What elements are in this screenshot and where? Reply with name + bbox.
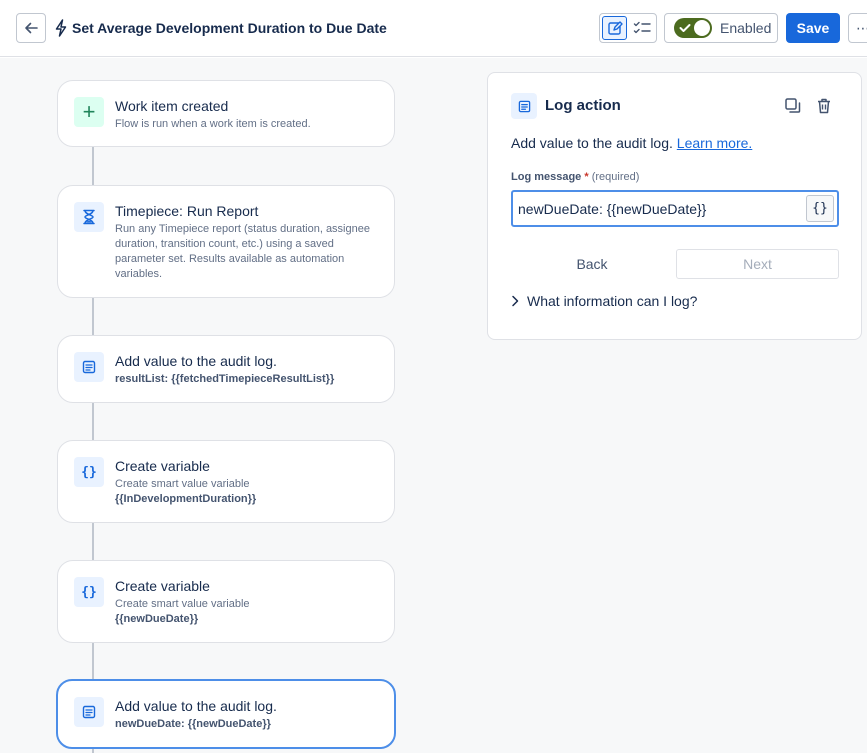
log-message-input[interactable]: newDueDate: {{newDueDate}} {} <box>511 190 839 227</box>
flow-node-timepiece[interactable]: Timepiece: Run Report Run any Timepiece … <box>57 185 395 298</box>
required-text: (required) <box>591 171 640 183</box>
enabled-toggle[interactable] <box>674 18 712 38</box>
edit-view-button[interactable] <box>602 16 628 40</box>
plus-icon: + <box>74 97 104 127</box>
connector-line <box>92 402 94 440</box>
checklist-icon <box>633 21 651 34</box>
header: Set Average Development Duration to Due … <box>0 0 867 57</box>
node-description: Flow is run when a work item is created. <box>115 118 311 130</box>
back-action-button[interactable]: Back <box>511 249 673 279</box>
arrow-left-icon <box>25 22 38 34</box>
flow-node-audit-log-selected[interactable]: Add value to the audit log. newDueDate: … <box>56 679 396 749</box>
duplicate-icon[interactable] <box>784 97 802 115</box>
log-message-label: Log message * (required) <box>511 171 639 183</box>
node-title: Add value to the audit log. <box>115 698 277 714</box>
node-variable: {{InDevelopmentDuration}} <box>115 493 257 505</box>
expander-label: What information can I log? <box>527 293 698 309</box>
flow-node-trigger[interactable]: + Work item created Flow is run when a w… <box>57 80 395 147</box>
node-subtitle: newDueDate: {{newDueDate}} <box>115 718 271 730</box>
connector-line <box>92 522 94 560</box>
learn-more-link[interactable]: Learn more. <box>677 135 752 151</box>
log-action-panel: Log action Add value to the audit log. L… <box>487 72 862 340</box>
flow-node-create-variable[interactable]: {} Create variable Create smart value va… <box>57 560 395 643</box>
node-title: Add value to the audit log. <box>115 353 277 369</box>
chevron-right-icon <box>512 295 519 307</box>
lightning-icon <box>55 19 67 37</box>
panel-title: Log action <box>545 97 621 114</box>
trash-icon[interactable] <box>815 97 833 115</box>
log-icon <box>74 352 104 382</box>
panel-description: Add value to the audit log. Learn more. <box>511 135 752 151</box>
log-icon <box>74 697 104 727</box>
node-description-text: Create smart value variable <box>115 478 250 490</box>
node-description: Create smart value variable {{InDevelopme… <box>115 477 374 507</box>
toggle-knob <box>694 20 710 36</box>
connector-line <box>92 642 94 680</box>
node-subtitle: resultList: {{fetchedTimepieceResultList… <box>115 373 335 385</box>
view-toggle-group <box>599 13 657 43</box>
hourglass-icon <box>74 202 104 232</box>
page-title: Set Average Development Duration to Due … <box>72 20 387 36</box>
enabled-label: Enabled <box>720 20 772 36</box>
flow-node-create-variable[interactable]: {} Create variable Create smart value va… <box>57 440 395 523</box>
braces-icon: {} <box>74 577 104 607</box>
node-title: Create variable <box>115 578 210 594</box>
connector-line <box>92 297 94 336</box>
braces-icon: {} <box>74 457 104 487</box>
insert-smart-value-button[interactable]: {} <box>806 195 834 222</box>
node-description: Create smart value variable {{newDueDate}… <box>115 597 374 627</box>
node-title: Work item created <box>115 98 229 114</box>
flow-node-audit-log[interactable]: Add value to the audit log. resultList: … <box>57 335 395 403</box>
next-action-button[interactable]: Next <box>676 249 839 279</box>
back-button[interactable] <box>16 13 46 43</box>
log-info-expander[interactable]: What information can I log? <box>511 293 697 309</box>
log-icon <box>511 93 537 119</box>
node-description-text: Create smart value variable <box>115 598 250 610</box>
node-variable: {{newDueDate}} <box>115 613 199 625</box>
node-title: Timepiece: Run Report <box>115 203 259 219</box>
node-title: Create variable <box>115 458 210 474</box>
checklist-view-button[interactable] <box>629 16 654 40</box>
check-icon <box>679 24 691 32</box>
log-message-label-text: Log message <box>511 171 582 183</box>
connector-line <box>92 146 94 186</box>
save-button[interactable]: Save <box>786 13 840 43</box>
edit-icon <box>607 21 623 35</box>
enabled-toggle-button[interactable]: Enabled <box>664 13 778 43</box>
node-description: Run any Timepiece report (status duratio… <box>115 223 370 280</box>
required-star: * <box>584 171 589 183</box>
log-message-value[interactable]: newDueDate: {{newDueDate}} <box>518 201 706 217</box>
panel-description-text: Add value to the audit log. <box>511 135 673 151</box>
more-options-button[interactable]: ⋯ <box>848 13 867 43</box>
